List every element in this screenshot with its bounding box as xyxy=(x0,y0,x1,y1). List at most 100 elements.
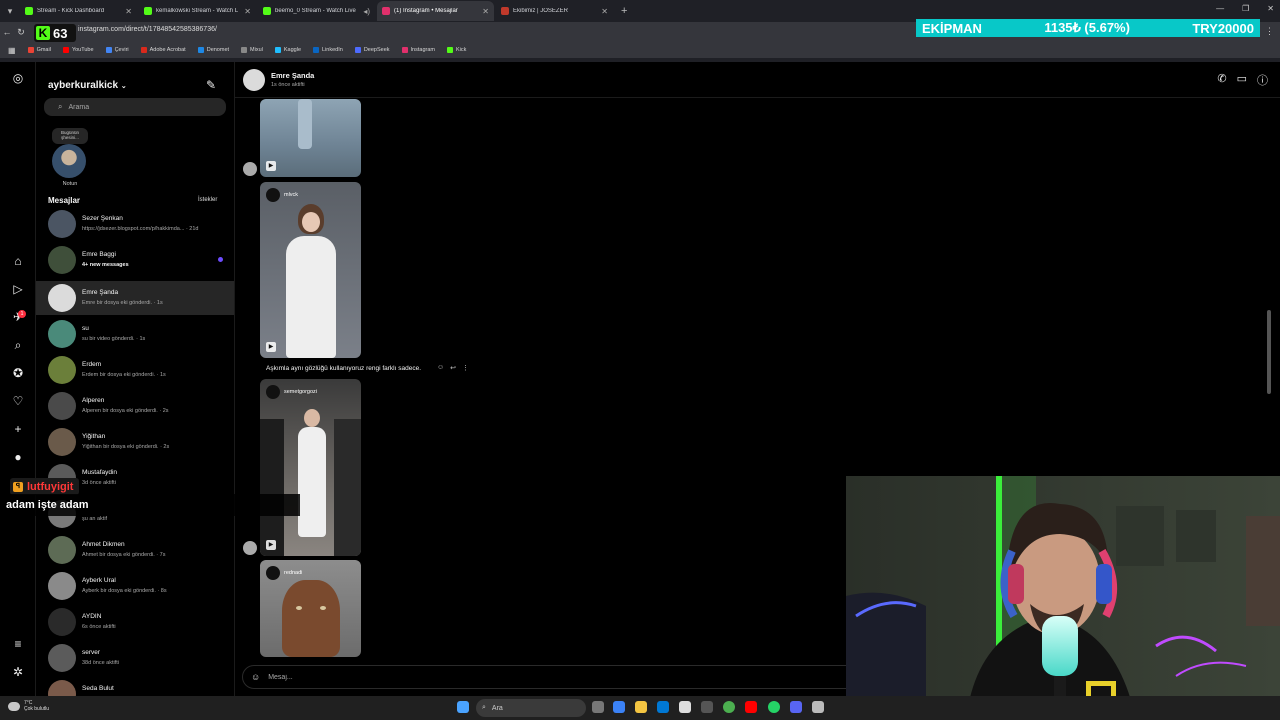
shared-video-4[interactable]: rednadi xyxy=(260,560,361,657)
chrome-icon[interactable] xyxy=(723,701,735,713)
sender-avatar xyxy=(243,541,257,555)
explore-icon[interactable]: ✪ xyxy=(10,365,26,381)
kick-favicon-icon xyxy=(144,7,152,15)
bookmark-ceviri[interactable]: Çeviri xyxy=(105,47,129,53)
chat-avatar[interactable] xyxy=(243,69,265,91)
conversation-item[interactable]: AYDIN 6s önce aktifti xyxy=(36,605,234,639)
info-icon[interactable]: ⓘ xyxy=(1257,72,1268,88)
threads-icon[interactable]: ✲ xyxy=(10,664,26,680)
tab-kick-dashboard[interactable]: Stream - Kick Dashboard ✕ xyxy=(20,1,137,21)
tab-instagram[interactable]: (1) Instagram • Mesajlar ✕ xyxy=(377,1,494,21)
bookmarks-bar: ▦ Gmail YouTube Çeviri Adobe Acrobat Den… xyxy=(0,42,1280,58)
messages-title: Mesajlar xyxy=(48,196,81,205)
video-call-icon[interactable]: ▭ xyxy=(1237,72,1247,88)
instagram-logo-icon[interactable]: ◎ xyxy=(10,70,26,86)
bookmark-instagram[interactable]: Instagram xyxy=(401,47,435,53)
tab-kemalkowski[interactable]: kemalkowski Stream - Watch L ✕ xyxy=(139,1,256,21)
profile-avatar-icon[interactable]: ● xyxy=(10,449,26,465)
chat-name[interactable]: Emre Şanda xyxy=(271,71,314,80)
emoji-icon[interactable]: ☺ xyxy=(251,672,260,682)
bookmark-deepseek[interactable]: DeepSeek xyxy=(354,47,390,53)
conversation-item[interactable]: Yiğithan Yiğithan bir dosya eki gönderdi.… xyxy=(36,425,234,459)
search-field[interactable]: ⌕ xyxy=(44,98,226,116)
conversation-avatar xyxy=(48,608,76,636)
compose-icon[interactable]: ✎ xyxy=(206,78,216,92)
kick-icon xyxy=(446,47,453,53)
back-icon[interactable]: ← xyxy=(0,27,14,37)
phone-icon[interactable]: ✆ xyxy=(1217,72,1226,88)
maximize-icon[interactable]: ❐ xyxy=(1242,4,1249,13)
shared-video-3[interactable]: semetgorgozi ▶ xyxy=(260,379,361,556)
more-icon[interactable]: ⋮ xyxy=(462,364,469,372)
bookmark-kick[interactable]: Kick xyxy=(446,47,466,53)
chat-scrollbar[interactable] xyxy=(1267,310,1271,394)
bookmark-denomet[interactable]: Denomet xyxy=(197,47,229,53)
discord-icon[interactable] xyxy=(790,701,802,713)
conversation-item[interactable]: server 38d önce aktifti xyxy=(36,641,234,675)
tab-beemo[interactable]: beemo_0 Stream - Watch Live ◂) xyxy=(258,1,375,21)
shared-video-1[interactable]: ▶ xyxy=(260,99,361,177)
apps-grid-icon[interactable]: ▦ xyxy=(8,46,16,55)
cloud-icon xyxy=(8,701,20,711)
close-tab-icon[interactable]: ✕ xyxy=(482,7,489,16)
create-icon[interactable]: + xyxy=(10,421,26,437)
obs-icon[interactable] xyxy=(812,701,824,713)
chat-status: 1s önce aktifti xyxy=(271,82,305,88)
task-view-icon[interactable] xyxy=(592,701,604,713)
conversation-item[interactable]: Sezer Şenkan https://jdsezer.blogspot.com… xyxy=(36,207,234,241)
heart-icon[interactable]: ♡ xyxy=(10,393,26,409)
file-explorer-icon[interactable] xyxy=(635,701,647,713)
close-tab-icon[interactable]: ✕ xyxy=(125,7,132,16)
window-controls: — ❐ ✕ xyxy=(1216,4,1274,13)
bookmark-acrobat[interactable]: Adobe Acrobat xyxy=(140,47,186,53)
youtube-icon[interactable] xyxy=(745,701,757,713)
bookmark-linkedin[interactable]: LinkedIn xyxy=(313,47,343,53)
tab-search-icon[interactable]: ▾ xyxy=(0,0,20,22)
react-icon[interactable]: ☺ xyxy=(437,364,444,372)
weather-widget[interactable]: 7°C Çok bulutlu xyxy=(8,700,49,712)
bookmark-youtube[interactable]: YouTube xyxy=(62,47,94,53)
close-tab-icon[interactable]: ✕ xyxy=(601,7,608,16)
home-icon[interactable]: ⌂ xyxy=(10,253,26,269)
store-icon[interactable] xyxy=(657,701,669,713)
conversation-item[interactable]: Alperen Alperen bir dosya eki gönderdi. ·… xyxy=(36,389,234,423)
conversation-item[interactable]: Emre Baggi 4+ new messages xyxy=(36,243,234,277)
mute-tab-icon[interactable]: ◂) xyxy=(363,7,370,16)
conversation-item[interactable]: Ahmet Dikmen Ahmet bir dosya eki gönderdi… xyxy=(36,533,234,567)
conversation-item[interactable]: Erdem Erdem bir dosya eki gönderdi. · 1s xyxy=(36,353,234,387)
conversation-item[interactable]: Ayberk Ural Ayberk bir dosya eki gönderdi… xyxy=(36,569,234,603)
bookmark-mixul[interactable]: Mixul xyxy=(241,47,263,53)
youtube-icon xyxy=(62,47,69,53)
calculator-icon[interactable] xyxy=(679,701,691,713)
conversation-item[interactable]: Emre Şanda Emre bir dosya eki gönderdi. ·… xyxy=(36,281,234,315)
search-icon[interactable]: ⌕ xyxy=(10,337,26,353)
bookmark-label: Çeviri xyxy=(114,47,129,53)
conversation-item[interactable]: Seda Bulut xyxy=(36,677,234,696)
taskbar-search[interactable]: ⌕ Ara xyxy=(476,699,586,717)
requests-link[interactable]: İstekler xyxy=(198,197,217,203)
mixul-icon xyxy=(241,47,248,53)
conversation-item[interactable]: su su bir video gönderdi. · 1s xyxy=(36,317,234,351)
tab-josezer[interactable]: Ekibimiz | JOSEZER ✕ xyxy=(496,1,613,21)
bookmark-kaggle[interactable]: Kaggle xyxy=(274,47,301,53)
minimize-icon[interactable]: — xyxy=(1216,4,1224,13)
url-bar[interactable]: instagram.com/direct/t/17848542585386736… xyxy=(78,26,217,33)
search-input[interactable] xyxy=(68,103,209,111)
app-icon[interactable] xyxy=(701,701,713,713)
search-icon: ⌕ xyxy=(58,102,63,111)
copilot-icon[interactable] xyxy=(613,701,625,713)
reply-icon[interactable]: ↩ xyxy=(450,364,456,372)
reload-icon[interactable]: ↻ xyxy=(14,27,28,38)
start-icon[interactable] xyxy=(457,701,469,713)
close-tab-icon[interactable]: ✕ xyxy=(244,7,251,16)
shared-video-2[interactable]: mlvck ▶ xyxy=(260,182,361,358)
account-switcher[interactable]: ayberkuralkick ⌄ xyxy=(48,80,127,91)
bookmark-gmail[interactable]: Gmail xyxy=(27,47,51,53)
browser-menu-icon[interactable]: ⋮ xyxy=(1265,26,1274,37)
new-tab-button[interactable]: + xyxy=(615,5,633,17)
close-window-icon[interactable]: ✕ xyxy=(1267,4,1274,13)
message-input[interactable] xyxy=(268,673,769,681)
reels-icon[interactable]: ▷ xyxy=(10,281,26,297)
menu-icon[interactable]: ≡ xyxy=(10,636,26,652)
whatsapp-icon[interactable] xyxy=(768,701,780,713)
